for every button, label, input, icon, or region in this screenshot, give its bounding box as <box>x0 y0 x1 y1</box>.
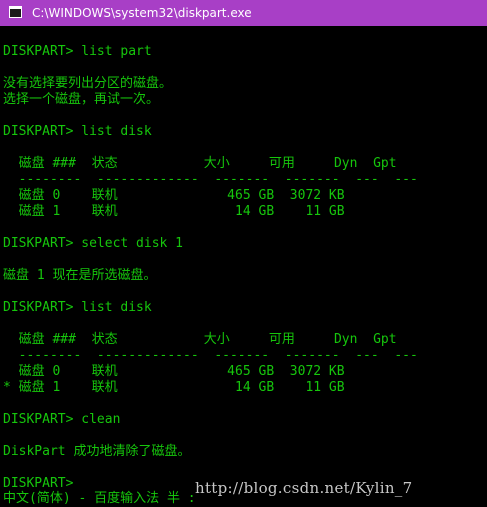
console-line: 选择一个磁盘，再试一次。 <box>3 92 160 107</box>
watermark: http://blog.csdn.net/Kylin_7 <box>195 479 413 497</box>
console-window-icon[interactable] <box>9 6 22 18</box>
console-line: DISKPART> select disk 1 <box>3 236 184 251</box>
console-line: 磁盘 0 联机 465 GB 3072 KB <box>3 364 345 379</box>
console-prompt[interactable]: DISKPART> <box>3 476 73 492</box>
console-line: DISKPART> list part <box>3 44 152 59</box>
console-line: 磁盘 0 联机 465 GB 3072 KB <box>3 188 345 203</box>
console-line: 没有选择要列出分区的磁盘。 <box>3 76 173 91</box>
console-line: -------- ------------- ------- ------- -… <box>3 348 418 363</box>
title-bar[interactable]: C:\WINDOWS\system32\diskpart.exe <box>0 0 487 26</box>
console-line: DISKPART> list disk <box>3 124 152 139</box>
console-line: * 磁盘 1 联机 14 GB 11 GB <box>3 380 345 395</box>
console-output[interactable]: DISKPART> list part 没有选择要列出分区的磁盘。 选择一个磁盘… <box>0 26 487 507</box>
window-title: C:\WINDOWS\system32\diskpart.exe <box>32 6 252 20</box>
ime-status-line: 中文(简体) - 百度输入法 半 : <box>3 491 196 506</box>
console-line: DISKPART> clean <box>3 412 121 427</box>
console-line: DiskPart 成功地清除了磁盘。 <box>3 444 191 459</box>
console-line: 磁盘 ### 状态 大小 可用 Dyn Gpt <box>3 332 397 347</box>
console-line: 磁盘 1 联机 14 GB 11 GB <box>3 204 345 219</box>
console-line: -------- ------------- ------- ------- -… <box>3 172 418 187</box>
console-line: 磁盘 1 现在是所选磁盘。 <box>3 268 157 283</box>
console-line: DISKPART> list disk <box>3 300 152 315</box>
console-line: 磁盘 ### 状态 大小 可用 Dyn Gpt <box>3 156 397 171</box>
